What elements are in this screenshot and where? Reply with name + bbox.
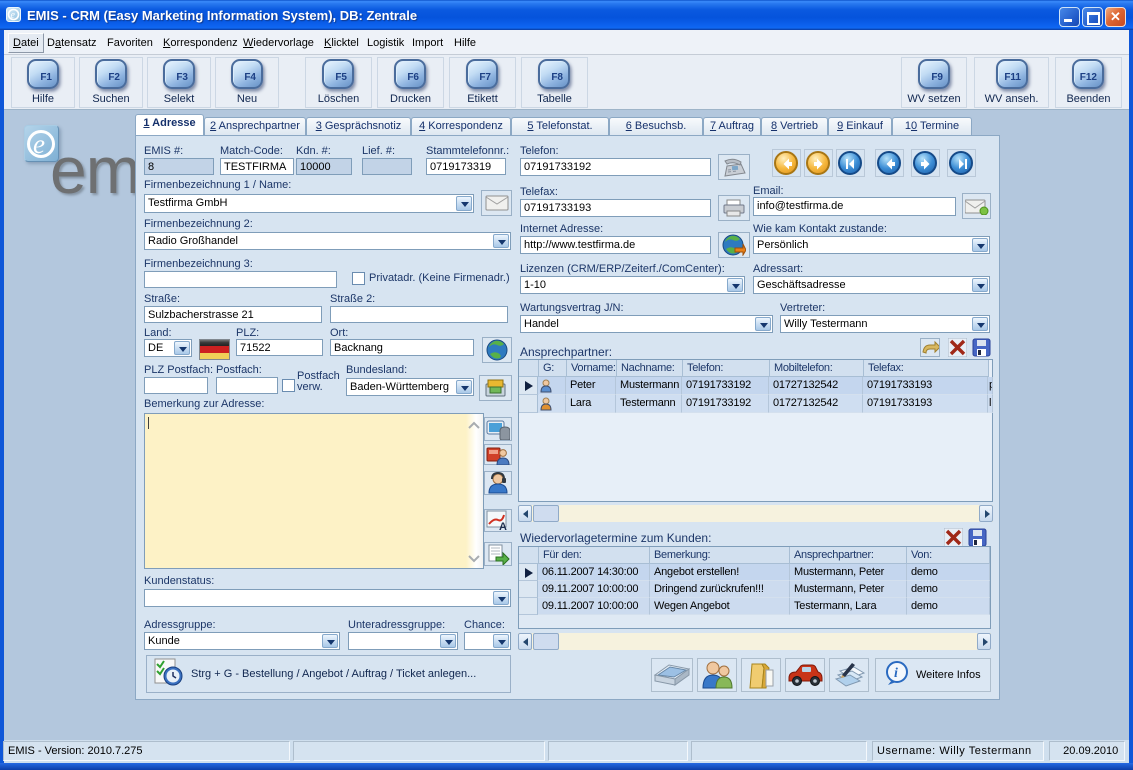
svg-text:e: e: [11, 10, 16, 21]
svg-text:i: i: [894, 666, 898, 681]
svg-text:A: A: [499, 521, 507, 531]
svg-text:e: e: [33, 129, 45, 159]
